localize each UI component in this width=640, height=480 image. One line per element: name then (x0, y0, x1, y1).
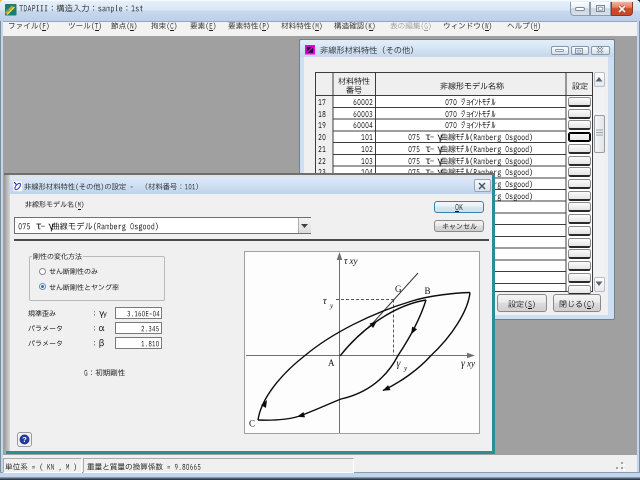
svg-text:xy: xy (466, 359, 475, 369)
svg-text:C: C (249, 419, 255, 429)
svg-text:τ: τ (323, 296, 327, 307)
svg-text:A: A (328, 358, 335, 368)
svg-text:B: B (425, 286, 431, 296)
svg-text:xy: xy (349, 256, 358, 266)
svg-text:G: G (395, 284, 402, 294)
svg-text:?: ? (22, 435, 27, 444)
svg-text:τ: τ (344, 256, 348, 267)
